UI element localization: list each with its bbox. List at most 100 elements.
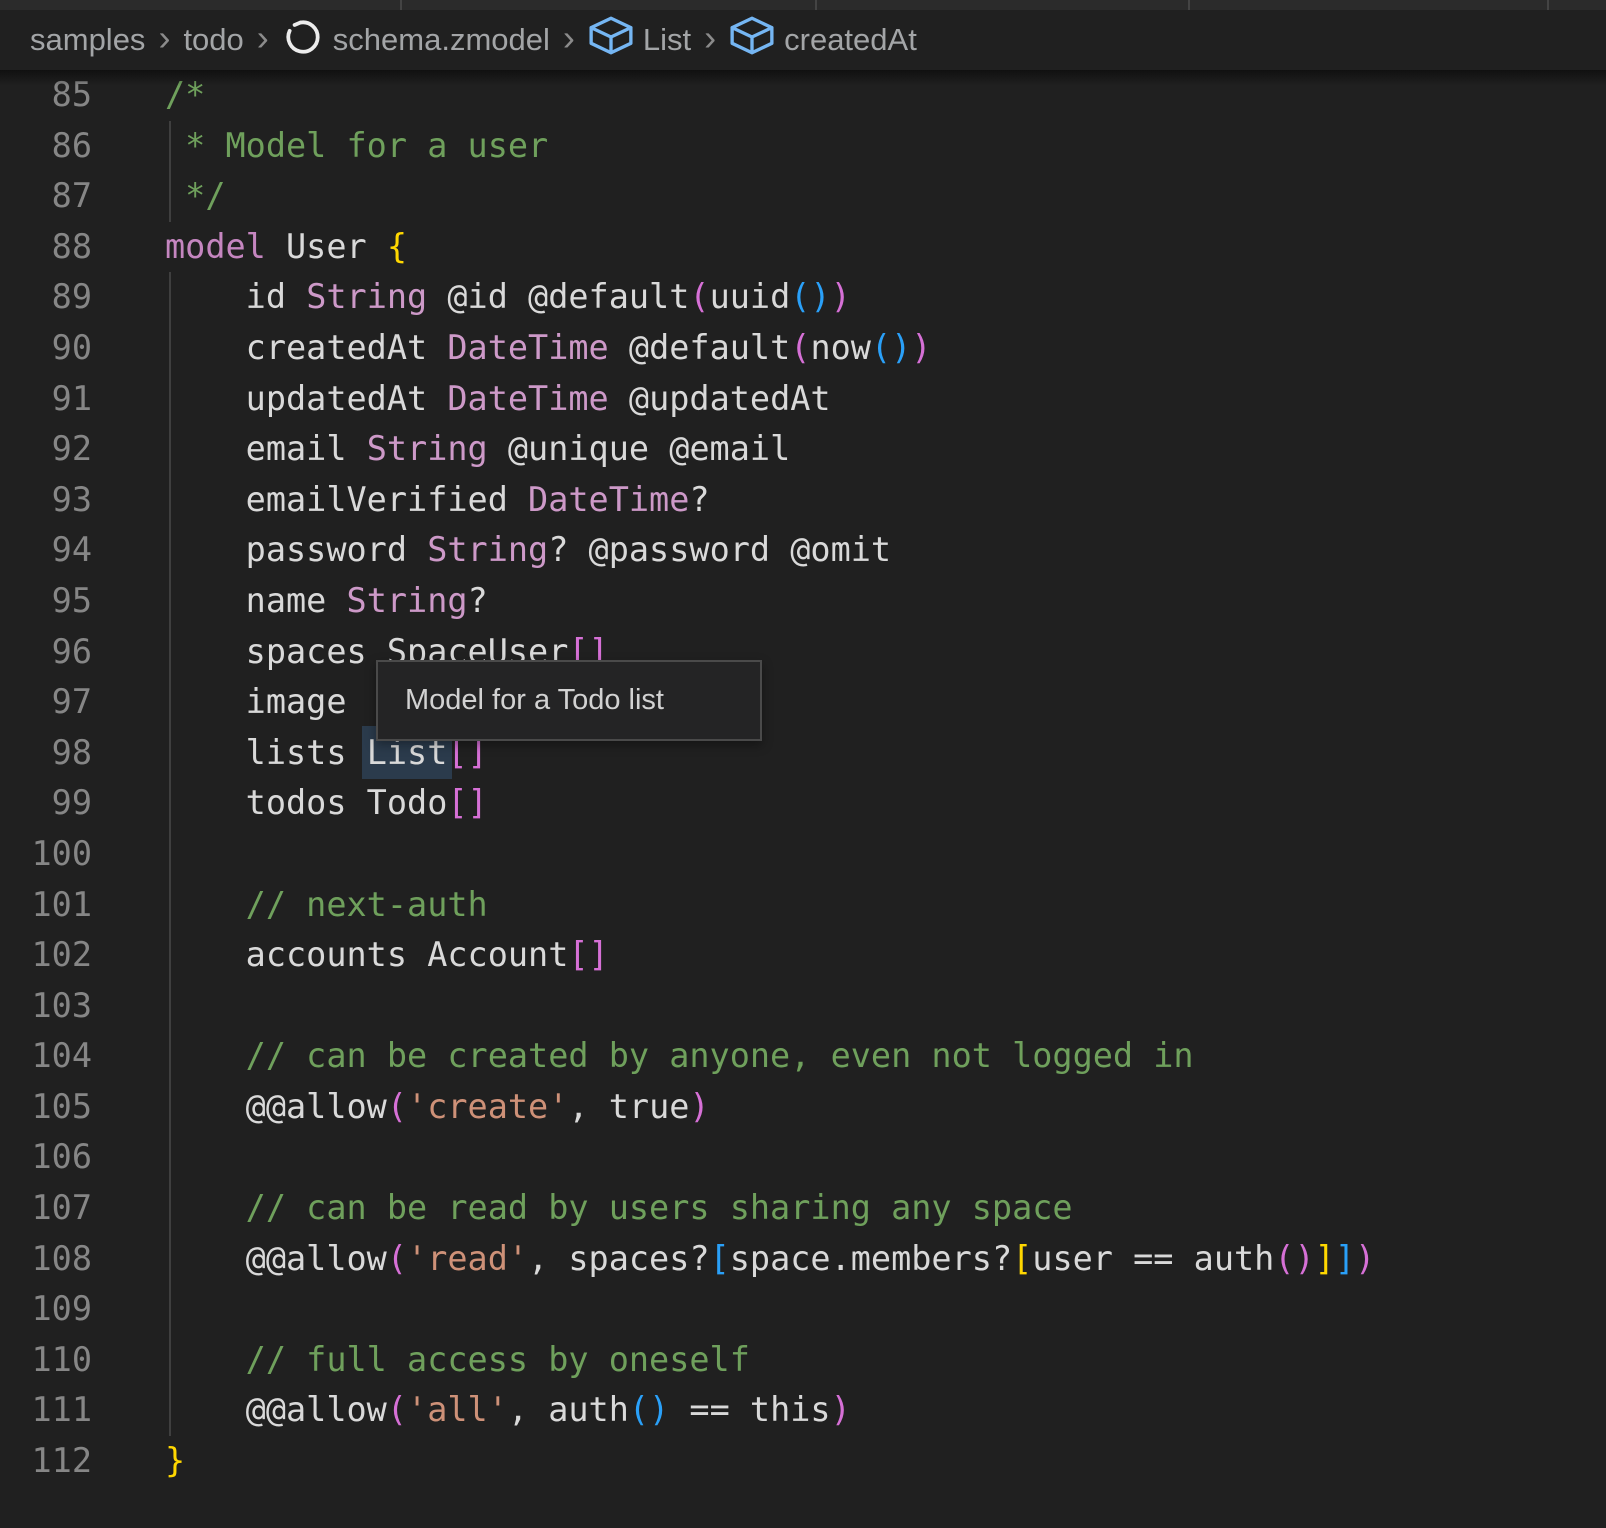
line-number[interactable]: 106 (0, 1132, 165, 1183)
line-number[interactable]: 96 (0, 627, 165, 678)
line-number[interactable]: 112 (0, 1436, 165, 1487)
code-line[interactable]: 90 createdAt DateTime @default(now()) (0, 323, 1606, 374)
breadcrumb-label: samples (30, 22, 145, 58)
code-line[interactable]: 111 @@allow('all', auth() == this) (0, 1385, 1606, 1436)
code-token: String (427, 530, 548, 569)
code-token: String (306, 277, 427, 316)
line-number[interactable]: 105 (0, 1082, 165, 1133)
code-line[interactable]: 88model User { (0, 222, 1606, 273)
code-token: ] (1335, 1239, 1355, 1278)
line-number[interactable]: 94 (0, 525, 165, 576)
code-token: email (165, 429, 367, 468)
line-number[interactable]: 87 (0, 171, 165, 222)
breadcrumb-item-createdat-symbol[interactable]: createdAt (729, 15, 917, 65)
line-number[interactable]: 97 (0, 677, 165, 728)
code-line[interactable]: 85/* (0, 70, 1606, 121)
code-token: ) (831, 277, 851, 316)
editor[interactable]: 85/*86 * Model for a user87 */88model Us… (0, 70, 1606, 1528)
code-line[interactable]: 108 @@allow('read', spaces?[space.member… (0, 1234, 1606, 1285)
code-line[interactable]: 105 @@allow('create', true) (0, 1082, 1606, 1133)
code-line[interactable]: 110 // full access by oneself (0, 1335, 1606, 1386)
code-line[interactable]: 99 todos Todo[] (0, 778, 1606, 829)
line-number[interactable]: 99 (0, 778, 165, 829)
line-number[interactable]: 110 (0, 1335, 165, 1386)
line-number[interactable]: 108 (0, 1234, 165, 1285)
line-number[interactable]: 89 (0, 272, 165, 323)
line-number[interactable]: 104 (0, 1031, 165, 1082)
code-line[interactable]: 101 // next-auth (0, 880, 1606, 931)
line-number[interactable]: 95 (0, 576, 165, 627)
code-line[interactable]: 106 (0, 1132, 1606, 1183)
code-token: @unique @email (488, 429, 791, 468)
code-line[interactable]: 104 // can be created by anyone, even no… (0, 1031, 1606, 1082)
code-line[interactable]: 103 (0, 981, 1606, 1032)
code-token: [ (710, 1239, 730, 1278)
hover-tooltip-text: Model for a Todo list (405, 684, 664, 717)
breadcrumb-item-todo[interactable]: todo (183, 22, 243, 58)
code-line[interactable]: 87 */ (0, 171, 1606, 222)
code-line[interactable]: 112} (0, 1436, 1606, 1487)
code-line[interactable]: 107 // can be read by users sharing any … (0, 1183, 1606, 1234)
code-token: ? (468, 581, 488, 620)
line-number[interactable]: 101 (0, 880, 165, 931)
code-token: User (266, 227, 387, 266)
code-text: email String @unique @email (165, 424, 790, 475)
line-number[interactable]: 91 (0, 374, 165, 425)
line-number[interactable]: 111 (0, 1385, 165, 1436)
code-line[interactable]: 91 updatedAt DateTime @updatedAt (0, 374, 1606, 425)
breadcrumb-label: schema.zmodel (333, 22, 550, 58)
tab-separator (1547, 0, 1549, 10)
code-text: // full access by oneself (165, 1335, 750, 1386)
line-number[interactable]: 86 (0, 121, 165, 172)
code-line[interactable]: 86 * Model for a user (0, 121, 1606, 172)
code-line[interactable]: 95 name String? (0, 576, 1606, 627)
code-token: id (165, 277, 306, 316)
breadcrumb-item-schema-file[interactable]: schema.zmodel (282, 15, 550, 65)
code-line[interactable]: 96 spaces SpaceUser[] (0, 627, 1606, 678)
code-line[interactable]: 97 image (0, 677, 1606, 728)
line-number[interactable]: 98 (0, 728, 165, 779)
line-number[interactable]: 102 (0, 930, 165, 981)
code-line[interactable]: 94 password String? @password @omit (0, 525, 1606, 576)
code-text: model User { (165, 222, 407, 273)
code-token: @@allow (165, 1087, 387, 1126)
line-number[interactable]: 85 (0, 70, 165, 121)
code-token: , auth (508, 1390, 629, 1429)
line-number[interactable]: 92 (0, 424, 165, 475)
breadcrumb-item-list-symbol[interactable]: List (588, 15, 691, 65)
code-token: uuid (710, 277, 791, 316)
code-token: accounts Account (165, 935, 568, 974)
editor-window: samples › todo › schema.zmodel › List (0, 0, 1606, 1528)
line-number[interactable]: 107 (0, 1183, 165, 1234)
code-line[interactable]: 89 id String @id @default(uuid()) (0, 272, 1606, 323)
code-token: // full access by oneself (165, 1340, 750, 1379)
line-number[interactable]: 93 (0, 475, 165, 526)
code-line[interactable]: 98 lists List[] (0, 728, 1606, 779)
code-line[interactable]: 93 emailVerified DateTime? (0, 475, 1606, 526)
code-line[interactable]: 109 (0, 1284, 1606, 1335)
code-line[interactable]: 100 (0, 829, 1606, 880)
line-number[interactable]: 88 (0, 222, 165, 273)
code-token: , spaces? (528, 1239, 710, 1278)
code-token: == this (669, 1390, 830, 1429)
code-token: password (165, 530, 427, 569)
code-token: todos Todo (165, 783, 447, 822)
code-line[interactable]: 102 accounts Account[] (0, 930, 1606, 981)
line-number[interactable]: 109 (0, 1284, 165, 1335)
breadcrumb-label: List (643, 22, 691, 58)
breadcrumb-label: createdAt (784, 22, 917, 58)
code-text: /* (165, 70, 205, 121)
breadcrumb-item-samples[interactable]: samples (30, 22, 145, 58)
line-number[interactable]: 100 (0, 829, 165, 880)
chevron-right-icon: › (158, 17, 170, 59)
code-token: lists (165, 733, 367, 772)
code-token: // next-auth (165, 885, 488, 924)
code-token: ( (387, 1239, 407, 1278)
line-number[interactable]: 103 (0, 981, 165, 1032)
code-text: id String @id @default(uuid()) (165, 272, 851, 323)
code-token: [ (1012, 1239, 1032, 1278)
code-text: @@allow('all', auth() == this) (165, 1385, 851, 1436)
line-number[interactable]: 90 (0, 323, 165, 374)
code-line[interactable]: 92 email String @unique @email (0, 424, 1606, 475)
code-token: ) (911, 328, 931, 367)
